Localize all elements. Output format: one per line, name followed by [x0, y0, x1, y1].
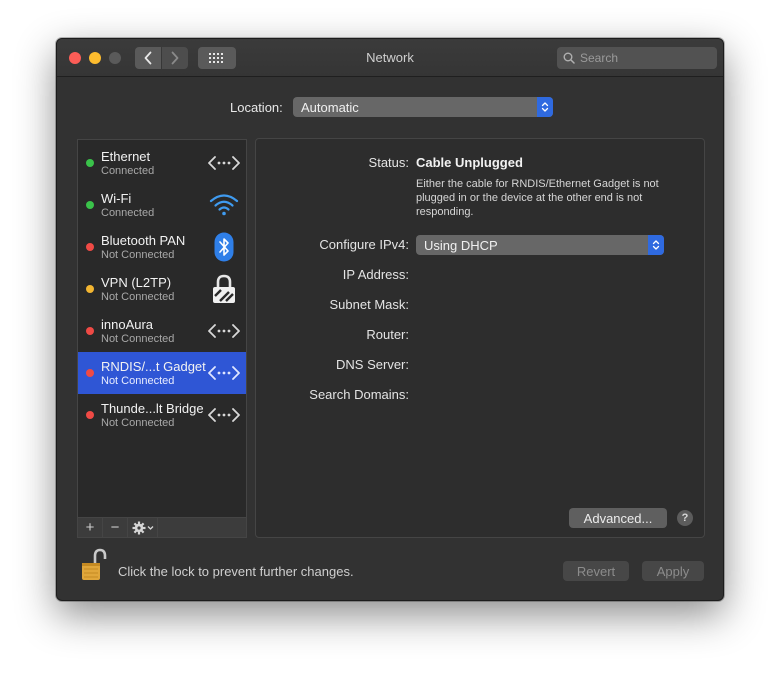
subnet-mask-label: Subnet Mask:: [329, 297, 410, 312]
configure-ipv4-label: Configure IPv4:: [319, 237, 409, 252]
status-dot: [86, 411, 94, 419]
status-description: Either the cable for RNDIS/Ethernet Gadg…: [416, 178, 659, 218]
status-dot: [86, 201, 94, 209]
gear-icon: [132, 521, 153, 534]
status-dot: [86, 159, 94, 167]
ethernet-icon: [208, 358, 240, 388]
service-status: Not Connected: [101, 249, 175, 261]
apply-button[interactable]: Apply: [642, 561, 704, 581]
select-stepper-icon: [537, 97, 553, 117]
service-name: RNDIS/...t Gadget: [101, 359, 206, 374]
help-button[interactable]: ?: [677, 510, 693, 526]
service-name: VPN (L2TP): [101, 275, 172, 290]
service-rndis-gadget[interactable]: RNDIS/...t Gadget Not Connected: [78, 352, 246, 394]
status-dot: [86, 243, 94, 251]
revert-button[interactable]: Revert: [563, 561, 629, 581]
service-name: Wi-Fi: [101, 191, 132, 206]
remove-service-button[interactable]: −: [103, 518, 128, 537]
service-vpn-l2tp[interactable]: VPN (L2TP) Not Connected: [78, 268, 246, 310]
ethernet-icon: [208, 148, 240, 178]
service-list[interactable]: Ethernet Connected Wi-Fi Connected Bluet…: [77, 139, 247, 519]
service-detail-panel: Status: Cable Unplugged Either the cable…: [255, 138, 705, 538]
status-value: Cable Unplugged: [416, 155, 523, 170]
service-list-toolbar: + −: [77, 517, 247, 538]
search-domains-label: Search Domains:: [309, 387, 409, 402]
lock-message: Click the lock to prevent further change…: [118, 564, 354, 579]
service-status: Not Connected: [101, 333, 175, 345]
location-select[interactable]: Automatic: [293, 97, 553, 117]
service-thunderbolt-bridge[interactable]: Thunde...lt Bridge Not Connected: [78, 394, 246, 436]
service-innoaura[interactable]: innoAura Not Connected: [78, 310, 246, 352]
status-dot: [86, 285, 94, 293]
service-status: Not Connected: [101, 417, 175, 429]
configure-ipv4-select[interactable]: Using DHCP: [416, 235, 664, 255]
status-label: Status:: [368, 155, 409, 170]
wifi-icon: [208, 190, 240, 220]
status-dot: [86, 327, 94, 335]
service-status: Not Connected: [101, 375, 175, 387]
search-icon: [563, 52, 575, 64]
bluetooth-icon: [208, 232, 240, 262]
service-status: Connected: [101, 207, 155, 219]
ip-address-label: IP Address:: [342, 267, 409, 282]
advanced-button[interactable]: Advanced...: [569, 508, 667, 528]
configure-ipv4-value: Using DHCP: [424, 237, 498, 253]
search-field[interactable]: [557, 47, 717, 69]
status-dot: [86, 369, 94, 377]
location-label: Location:: [230, 100, 283, 115]
location-value: Automatic: [301, 99, 359, 115]
search-input[interactable]: [580, 51, 710, 65]
select-stepper-icon: [648, 235, 664, 255]
title-bar: Network: [57, 39, 723, 77]
service-status: Connected: [101, 165, 155, 177]
network-preferences-window: Network Location: Automatic Ethernet Con…: [56, 38, 724, 601]
service-wifi[interactable]: Wi-Fi Connected: [78, 184, 246, 226]
unlocked-padlock-icon[interactable]: [81, 548, 107, 582]
service-actions-menu[interactable]: [128, 518, 158, 537]
service-ethernet[interactable]: Ethernet Connected: [78, 142, 246, 184]
router-label: Router:: [366, 327, 409, 342]
vpn-lock-icon: [208, 274, 240, 304]
service-name: Ethernet: [101, 149, 151, 164]
service-name: Bluetooth PAN: [101, 233, 186, 248]
service-bluetooth-pan[interactable]: Bluetooth PAN Not Connected: [78, 226, 246, 268]
service-status: Not Connected: [101, 291, 175, 303]
ethernet-icon: [208, 316, 240, 346]
service-name: Thunde...lt Bridge: [101, 401, 204, 416]
service-name: innoAura: [101, 317, 154, 332]
dns-server-label: DNS Server:: [336, 357, 409, 372]
ethernet-icon: [208, 400, 240, 430]
add-service-button[interactable]: +: [78, 518, 103, 537]
